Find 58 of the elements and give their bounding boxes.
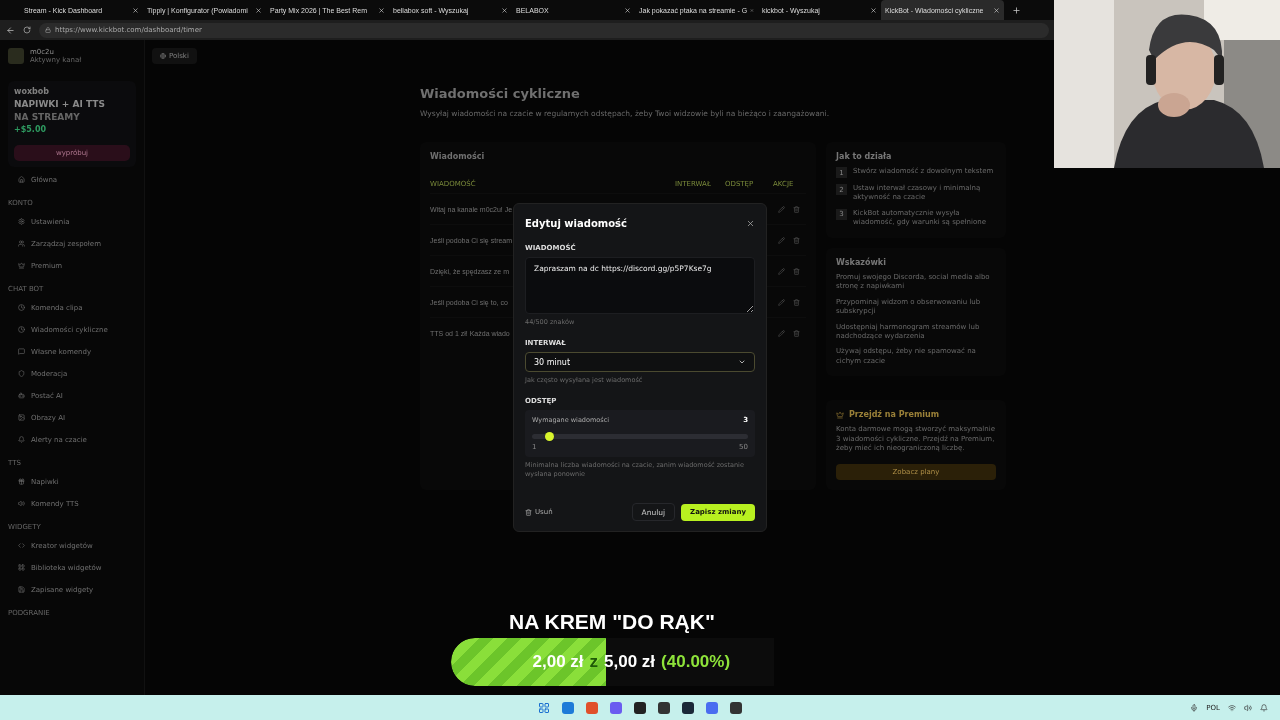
goal-current: 2,00 zł [532,652,584,672]
ad-amount: +$5.00 [14,125,47,134]
nav-icon [18,436,25,443]
card-title: Przejdź na Premium [849,410,940,420]
close-icon[interactable] [746,218,755,228]
nav-icon [18,348,25,355]
close-icon[interactable] [993,6,1000,14]
nav-icon [18,218,25,225]
new-tab-icon[interactable] [1012,5,1021,15]
close-icon[interactable] [624,6,631,14]
crown-icon [836,410,844,419]
app-icon[interactable] [658,701,670,714]
ad-subline: NA STREAMY [14,112,81,122]
globe-icon [160,53,166,59]
start-icon[interactable] [538,701,550,714]
nav-icon [18,326,25,333]
app-icon[interactable] [730,701,742,714]
nav-icon [18,240,25,247]
nav-icon [18,262,25,269]
slider-thumb[interactable] [545,432,555,442]
ad-headline: NAPIWKI + AI TTS [14,99,106,109]
app-icon[interactable] [682,701,694,714]
notification-icon[interactable] [1260,703,1268,712]
lock-icon [45,27,51,33]
goal-title: NA KREM "DO RĄK" [509,610,715,634]
trash-icon [525,508,532,516]
nav-icon [18,176,25,183]
page-title: Wiadomości cykliczne [420,86,581,101]
close-icon[interactable] [501,6,508,14]
network-icon[interactable] [1228,703,1236,712]
close-icon[interactable] [870,6,877,14]
goal-percent: (40.00%) [661,652,731,672]
card-title: Jak to działa [836,152,893,161]
nav-icon [18,370,25,377]
reload-icon[interactable] [23,26,31,34]
nav-icon [18,478,25,485]
close-icon[interactable] [255,6,262,14]
ad-brand: woxbob [14,87,50,96]
goal-separator: z [589,652,599,672]
nav-icon [18,586,25,593]
back-icon[interactable] [6,25,15,35]
nav-icon [18,392,25,399]
card-title: Wiadomości [430,152,486,161]
nav-icon [18,542,25,549]
nav-icon [18,304,25,311]
mic-icon[interactable] [1190,703,1199,712]
close-icon[interactable] [132,6,139,14]
nav-icon [18,564,25,571]
app-icon[interactable] [634,701,646,714]
card-title: Wskazówki [836,257,887,267]
interval-select[interactable]: 30 minut [525,352,755,373]
volume-icon[interactable] [1244,703,1252,712]
nav-icon [18,500,25,507]
close-icon[interactable] [378,6,385,14]
dialog-title: Edytuj wiadomość [525,217,627,229]
nav-icon [18,414,25,421]
avatar [8,48,24,64]
slider-track[interactable] [532,434,748,440]
